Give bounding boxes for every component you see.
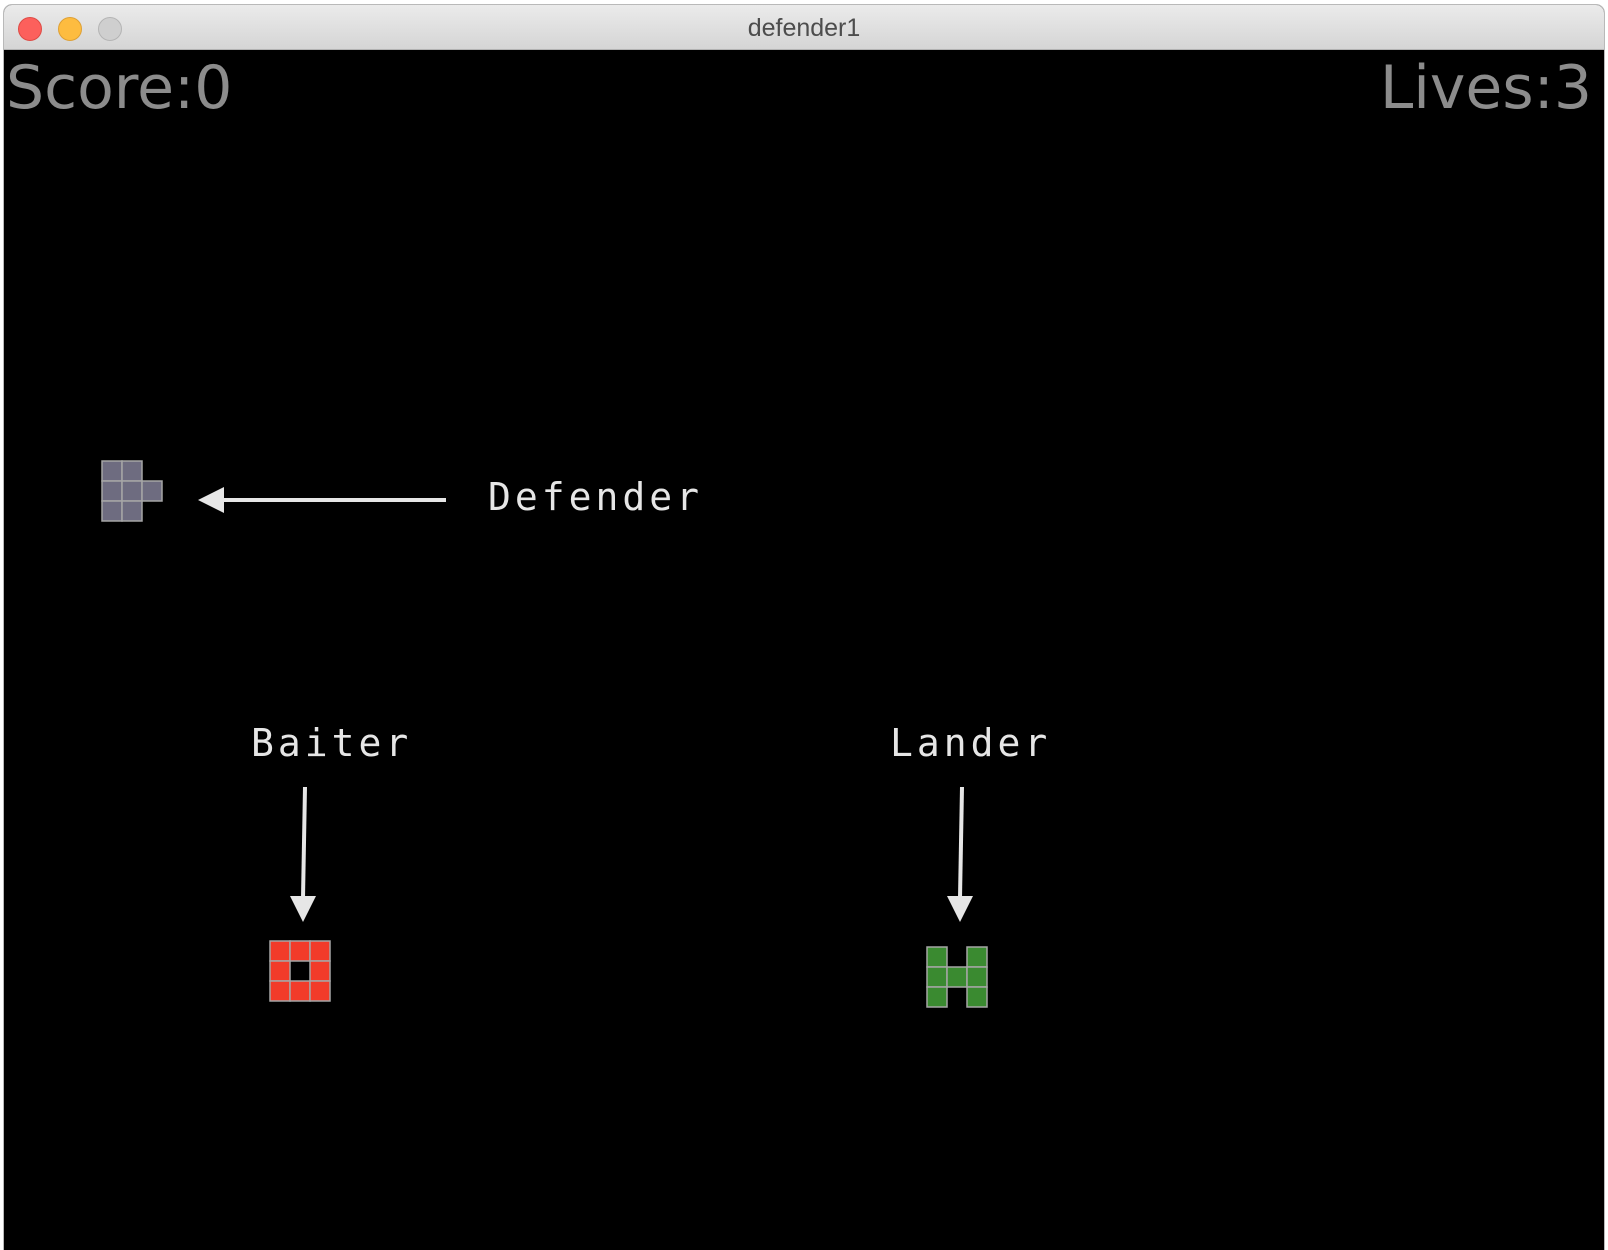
window-title: defender1 (747, 14, 861, 42)
defender-arrow (198, 487, 446, 513)
baiter-label: Baiter (251, 721, 413, 765)
game-canvas[interactable]: Score:0 Lives:3 Defender Baiter Lander (4, 50, 1604, 1250)
lander-arrow (947, 786, 973, 922)
app-window: defender1 Score:0 Lives:3 Defender Baite… (4, 5, 1604, 1250)
annotation-arrows (198, 487, 973, 922)
lander-label: Lander (890, 721, 1052, 765)
defender-label: Defender (488, 475, 704, 519)
baiter-arrow (290, 786, 316, 922)
title-bar[interactable]: defender1 (4, 5, 1604, 50)
